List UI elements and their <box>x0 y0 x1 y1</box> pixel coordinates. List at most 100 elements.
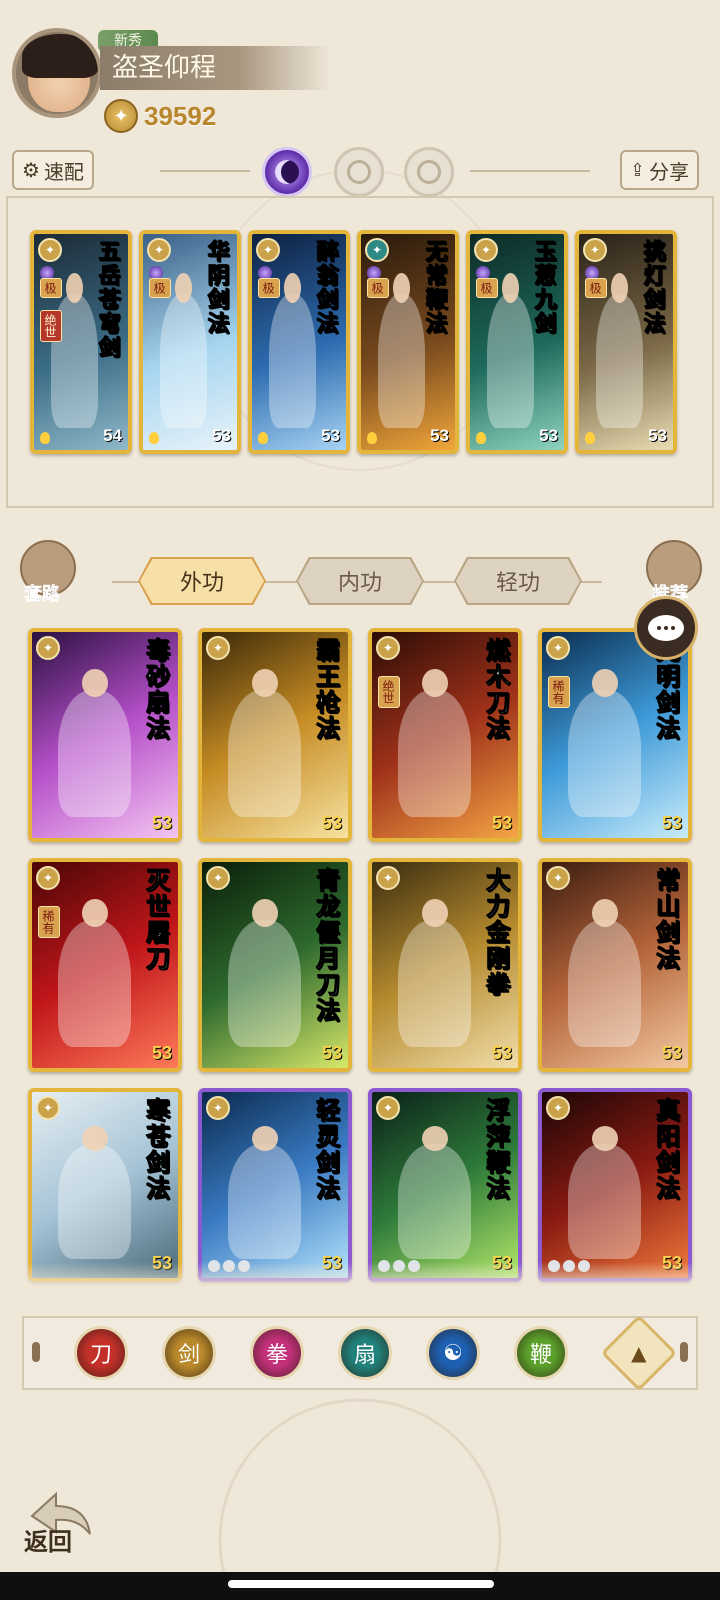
fan-school-icon: 扇 <box>353 1343 376 1368</box>
card-grade-tag: 绝世 <box>40 310 62 342</box>
card-title: 灭世屠刀 <box>142 868 172 973</box>
card-figure <box>398 1125 472 1260</box>
card-title: 轻灵剑法 <box>312 1098 342 1203</box>
deck-card[interactable]: ✦ 华阴剑法 53 极 <box>139 230 241 454</box>
deck-slot-1-button[interactable] <box>262 147 312 197</box>
school-emblem-icon: ✦ <box>36 1096 60 1120</box>
skill-card[interactable]: ✦寒苍剑法53 <box>28 1088 182 1282</box>
card-level: 53 <box>430 426 449 445</box>
sword-school-filter-button[interactable]: 剑 <box>162 1326 216 1380</box>
card-title: 浮萍鞭法 <box>482 1098 512 1203</box>
card-figure <box>159 273 207 429</box>
yin-yang-school-filter-button[interactable]: ☯ <box>426 1326 480 1380</box>
card-level: 53 <box>539 426 558 445</box>
card-level: 53 <box>151 813 172 833</box>
card-level: 53 <box>491 1043 512 1063</box>
skill-card[interactable]: ✦浮萍鞭法53 <box>368 1088 522 1282</box>
deck-slot-3-button[interactable] <box>404 147 454 197</box>
card-rarity-tag: 稀有 <box>38 906 60 938</box>
skill-card[interactable]: ✦ 光明剑法 53 稀有 <box>538 628 692 842</box>
fan-school-filter-button[interactable]: 扇 <box>338 1326 392 1380</box>
power-display: ✦ 39592 <box>104 98 216 134</box>
school-emblem-icon: ✦ <box>365 238 389 262</box>
skill-card[interactable]: ✦ 大力金刚拳 53 <box>368 858 522 1072</box>
card-title: 大力金刚拳 <box>482 868 512 999</box>
skill-card[interactable]: ✦ 灭世屠刀 53 稀有 <box>28 858 182 1072</box>
home-indicator[interactable] <box>228 1580 494 1588</box>
card-level: 53 <box>321 1043 342 1063</box>
routine-label: 套路 <box>24 584 61 606</box>
share-button[interactable]: ⇪ 分享 <box>620 150 700 190</box>
card-rarity-tag: 稀有 <box>548 676 570 708</box>
skill-card[interactable]: ✦ 毒砂扇法 53 <box>28 628 182 842</box>
card-title: 青龙偃月刀法 <box>312 868 342 1025</box>
skill-card[interactable]: ✦ 常山剑法 53 <box>538 858 692 1072</box>
card-figure <box>228 899 302 1048</box>
school-emblem-icon: ✦ <box>206 636 230 660</box>
chat-button[interactable] <box>634 596 698 660</box>
card-title: 无常鞭法 <box>422 240 449 337</box>
card-dots <box>258 432 268 444</box>
back-label[interactable]: 返回 <box>24 1522 72 1557</box>
card-title: 华阴剑法 <box>204 240 231 337</box>
deck-card[interactable]: ✦ 无常鞭法 53 极 <box>357 230 459 454</box>
chat-bubble-icon <box>648 615 684 641</box>
school-emblem-icon: ✦ <box>546 866 570 890</box>
school-emblem-icon: ✦ <box>206 1096 230 1120</box>
skill-card[interactable]: ✦ 青龙偃月刀法 53 <box>198 858 352 1072</box>
quick-config-button[interactable]: ⚙ 速配 <box>12 150 94 190</box>
divider-line <box>160 170 250 172</box>
player-name: 盗圣仰程 <box>100 46 330 90</box>
school-emblem-icon: ✦ <box>147 238 171 262</box>
card-figure <box>398 669 472 818</box>
grid-scroll-fade <box>0 1262 720 1292</box>
school-emblem-icon: ✦ <box>256 238 280 262</box>
skill-card[interactable]: ✦真阳剑法53 <box>538 1088 692 1282</box>
card-title: 霸王枪法 <box>312 638 342 743</box>
card-dots <box>367 432 377 444</box>
deck-card[interactable]: ✦ 醉翁剑法 53 极 <box>248 230 350 454</box>
card-figure <box>398 899 472 1048</box>
card-level: 53 <box>648 426 667 445</box>
tab-external[interactable]: 外功 <box>140 559 264 603</box>
grid-mask <box>0 1290 720 1316</box>
whip-school-filter-button[interactable]: 鞭 <box>514 1326 568 1380</box>
card-title: 醉翁剑法 <box>313 240 340 337</box>
card-level: 53 <box>661 813 682 833</box>
deck-card[interactable]: ✦ 挑灯剑法 53 极 <box>575 230 677 454</box>
card-grade-tag: 极 <box>258 278 280 298</box>
card-figure <box>568 899 642 1048</box>
deck-card[interactable]: ✦ 玉葱九剑 53 极 <box>466 230 568 454</box>
avatar-hair <box>22 34 98 78</box>
card-title: 玉葱九剑 <box>531 240 558 337</box>
blade-school-icon: 刀 <box>89 1343 112 1368</box>
tab-internal[interactable]: 内功 <box>298 559 422 603</box>
skill-card[interactable]: ✦ 燃木刀法 53 绝世 <box>368 628 522 842</box>
blade-school-filter-button[interactable]: 刀 <box>74 1326 128 1380</box>
deck-slot-2-button[interactable] <box>334 147 384 197</box>
fist-school-filter-button[interactable]: 拳 <box>250 1326 304 1380</box>
skill-card[interactable]: ✦ 霸王枪法 53 <box>198 628 352 842</box>
card-title: 真阳剑法 <box>652 1098 682 1203</box>
card-title: 五岳苍穹剑 <box>95 240 122 361</box>
school-emblem-icon: ✦ <box>38 238 62 262</box>
school-emblem-icon: ✦ <box>546 1096 570 1120</box>
player-avatar[interactable] <box>12 28 102 118</box>
card-figure <box>568 669 642 818</box>
deck-card[interactable]: ✦ 五岳苍穹剑 54 极绝世 <box>30 230 132 454</box>
card-dots <box>476 432 486 444</box>
card-figure <box>58 899 132 1048</box>
school-emblem-icon: ✦ <box>36 636 60 660</box>
school-emblem-icon: ✦ <box>206 866 230 890</box>
filter-scroll-left <box>32 1342 40 1362</box>
card-grade-tag: 极 <box>476 278 498 298</box>
card-figure <box>228 669 302 818</box>
card-figure <box>228 1125 302 1260</box>
skill-card[interactable]: ✦轻灵剑法53 <box>198 1088 352 1282</box>
tab-lightness[interactable]: 轻功 <box>456 559 580 603</box>
card-figure <box>58 1125 132 1260</box>
card-figure <box>568 1125 642 1260</box>
share-icon: ⇪ <box>630 159 646 181</box>
card-grade-tag: 极 <box>367 278 389 298</box>
card-dots <box>149 432 159 444</box>
